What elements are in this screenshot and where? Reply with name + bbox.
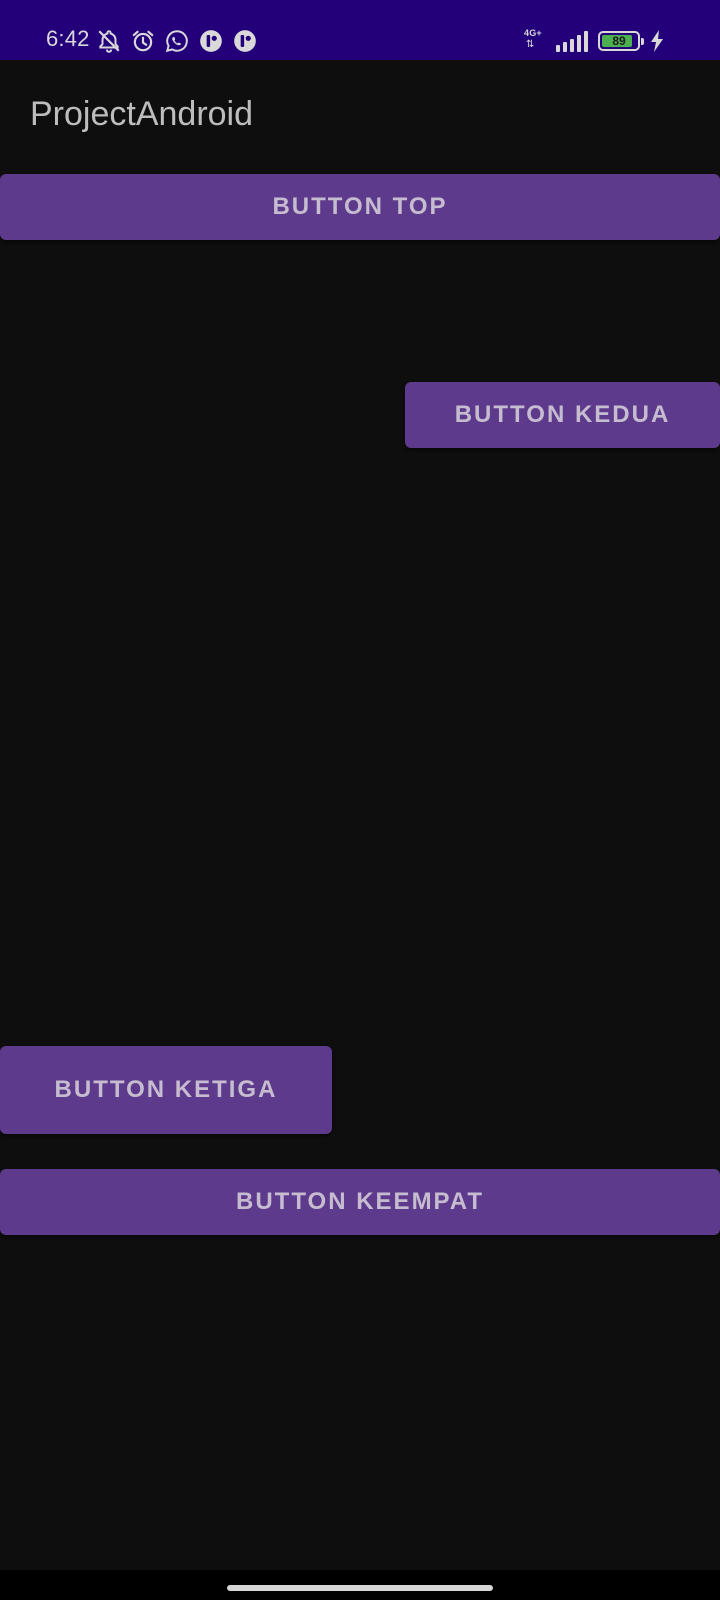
home-indicator[interactable] [227, 1585, 493, 1591]
app-bar: ProjectAndroid [0, 60, 720, 168]
status-bar: 6:42 4G+ ⇅ 89 [0, 0, 720, 60]
status-notification-icons [96, 26, 258, 56]
button-keempat[interactable]: BUTTON KEEMPAT [0, 1169, 720, 1235]
network-type-indicator: 4G+ ⇅ [524, 28, 546, 54]
status-system-icons: 4G+ ⇅ 89 [524, 26, 664, 56]
battery-icon: 89 [598, 31, 644, 51]
network-type-label: 4G+ [524, 28, 542, 38]
app-notification-icon [232, 28, 258, 54]
signal-bar [570, 39, 574, 52]
button-top[interactable]: BUTTON TOP [0, 174, 720, 240]
button-ketiga[interactable]: BUTTON KETIGA [0, 1046, 332, 1134]
alarm-icon [130, 28, 156, 54]
data-activity-icon: ⇅ [526, 39, 535, 50]
gesture-navigation-bar [0, 1570, 720, 1600]
signal-bar [577, 35, 581, 52]
notifications-off-icon [96, 28, 122, 54]
signal-bar [556, 45, 560, 52]
battery-percent: 89 [612, 34, 626, 48]
button-kedua[interactable]: BUTTON KEDUA [405, 382, 720, 448]
signal-bar [563, 42, 567, 52]
signal-strength-icon [556, 30, 588, 52]
app-title: ProjectAndroid [30, 95, 254, 133]
status-time: 6:42 [46, 26, 90, 51]
signal-bar [584, 31, 588, 52]
charging-bolt-icon [650, 30, 664, 52]
app-notification-icon [198, 28, 224, 54]
battery-cap [641, 38, 644, 45]
whatsapp-icon [164, 28, 190, 54]
